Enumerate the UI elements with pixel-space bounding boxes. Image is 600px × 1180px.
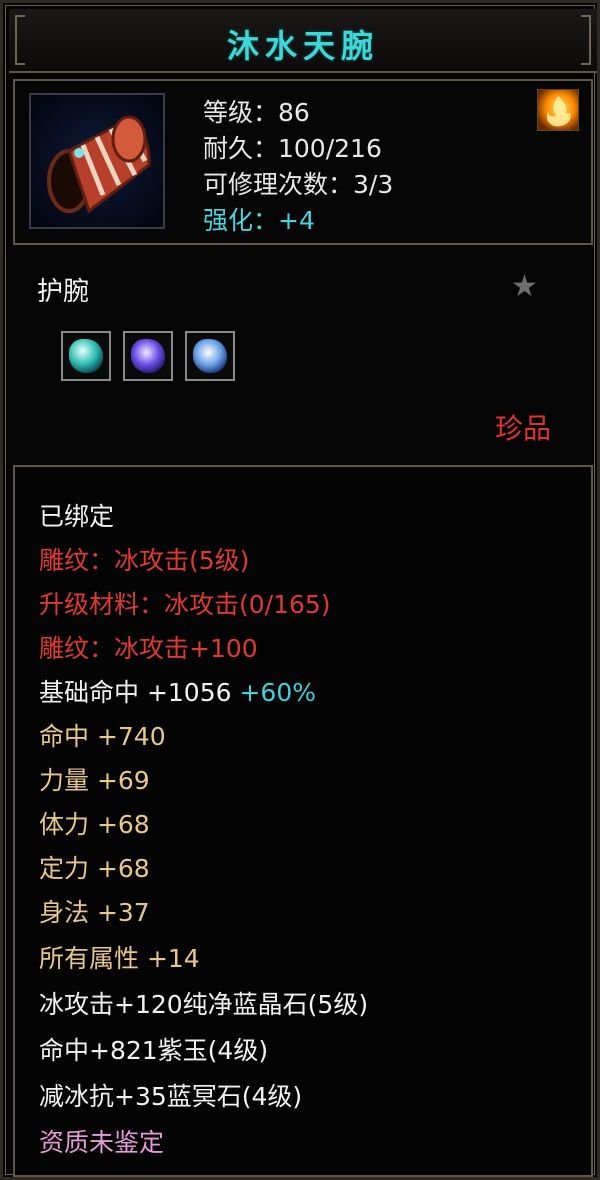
gem-stat-line-3: 减冰抗+35蓝冥石(4级) — [39, 1082, 303, 1111]
rarity-label: 珍品 — [494, 412, 551, 445]
base-hit-line: 基础命中 +1056 +60% — [39, 673, 316, 709]
stamina-line: 体力 +68 — [39, 810, 150, 839]
gem-stat-line-1: 冰攻击+120纯净蓝晶石(5级) — [39, 990, 369, 1019]
title-bar: 沐水天腕 — [9, 9, 597, 73]
attribute-panel: 已绑定 雕纹：冰攻击(5级) 升级材料：冰攻击(0/165) 雕纹：冰攻击+10… — [13, 465, 593, 1177]
gem-stat-line-2: 命中+821紫玉(4级) — [39, 1036, 269, 1065]
engrave-bonus-line: 雕纹：冰攻击+100 — [39, 634, 258, 663]
bracer-icon — [29, 93, 165, 229]
strength-line: 力量 +69 — [39, 766, 150, 795]
item-name: 沐水天腕 — [226, 27, 379, 65]
hit-line: 命中 +740 — [39, 722, 166, 751]
item-durability: 耐久：100/216 — [203, 134, 382, 163]
engrave-line: 雕纹：冰攻击(5级) — [39, 546, 250, 575]
item-enhance: 强化：+4 — [203, 201, 315, 237]
item-header: 等级：86 耐久：100/216 可修理次数：3/3 强化：+4 — [13, 79, 593, 245]
fire-icon[interactable] — [537, 89, 579, 131]
aptitude-line: 资质未鉴定 — [39, 1128, 165, 1157]
all-attributes-line: 所有属性 +14 — [39, 944, 200, 973]
star-icon[interactable]: ★ — [511, 269, 538, 304]
green-gem-icon[interactable] — [61, 331, 111, 381]
item-level: 等级：86 — [203, 98, 310, 127]
base-hit-value: 基础命中 +1056 — [39, 678, 232, 707]
item-type: 护腕 — [37, 277, 90, 307]
enhance-label: 强化： — [203, 206, 279, 235]
agility-line: 身法 +37 — [39, 898, 150, 927]
blue-gem-icon[interactable] — [185, 331, 235, 381]
focus-line: 定力 +68 — [39, 854, 150, 883]
item-repair-count: 可修理次数：3/3 — [203, 170, 394, 199]
tooltip-frame: 沐水天腕 等级：86 耐久：100/216 可修理次数：3/3 强化：+4 护腕… — [0, 0, 600, 1180]
purple-gem-icon[interactable] — [123, 331, 173, 381]
bound-status: 已绑定 — [39, 502, 115, 531]
base-hit-percent: +60% — [239, 678, 316, 707]
upgrade-material-line: 升级材料：冰攻击(0/165) — [39, 590, 331, 619]
enhance-value: +4 — [278, 206, 315, 235]
